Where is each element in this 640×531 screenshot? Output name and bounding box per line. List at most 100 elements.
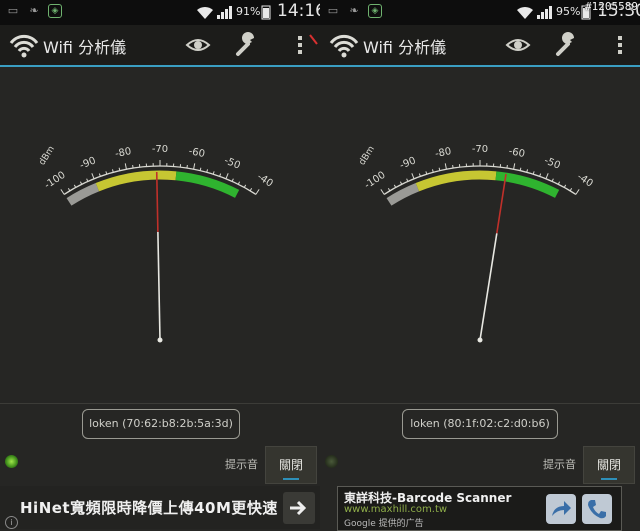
gauge-tick-label: -40: [575, 171, 595, 189]
gauge-tick-label: -90: [78, 155, 97, 171]
gauge-tick: [80, 182, 81, 185]
gauge-tick-label: -80: [434, 146, 452, 160]
watermark: #1205589: [585, 0, 638, 13]
gauge-tick: [412, 173, 414, 179]
button-indicator: [601, 478, 617, 480]
battery-icon: [261, 4, 271, 20]
gauge-tick: [558, 182, 559, 185]
gauge-tick-label: -80: [114, 146, 132, 160]
gauge-tick: [226, 173, 228, 179]
gauge-tick: [546, 173, 548, 179]
gauge-tick: [514, 163, 515, 169]
notification-icon: ▭: [6, 4, 20, 18]
gauge-tick: [238, 182, 239, 185]
clock: 14:16: [277, 1, 320, 21]
gauge-tick-label: -100: [43, 170, 68, 192]
info-icon[interactable]: i: [5, 516, 18, 529]
button-indicator: [283, 478, 299, 480]
sound-indicator-led: [5, 455, 18, 468]
gauge-tick: [520, 168, 521, 171]
divider: [0, 403, 320, 404]
gauge-tick: [576, 189, 579, 194]
action-bar: Wifi 分析儀: [0, 25, 320, 67]
wifi-app-icon: [8, 29, 40, 59]
ad-banner[interactable]: 東詳科技-Barcode Scanner www.maxhill.com.tw …: [337, 486, 622, 531]
app-title: Wifi 分析儀: [43, 34, 126, 58]
gauge-tick-label: -90: [398, 155, 417, 171]
divider: [320, 403, 640, 404]
gauge-needle: [480, 233, 497, 340]
shield-icon: ◈: [48, 4, 62, 18]
gauge-tick: [61, 189, 64, 194]
left-screen: ▭ ❧ ◈ 91% 14:16 Wifi 分析儀: [0, 0, 320, 529]
gauge-pivot: [158, 338, 163, 343]
gauge-tick-label: -60: [508, 146, 526, 160]
sound-label: 提示音: [225, 456, 258, 472]
action-bar: Wifi 分析儀: [320, 25, 640, 67]
close-button-label: 關閉: [279, 458, 303, 472]
share-icon[interactable]: [546, 494, 576, 524]
leaf-icon: ❧: [27, 4, 41, 18]
gauge-tick: [232, 179, 233, 182]
wifi-app-icon: [328, 29, 360, 59]
shield-icon: ◈: [368, 4, 382, 18]
gauge-unit-label: dBm: [37, 144, 56, 167]
wrench-icon[interactable]: [233, 31, 261, 59]
sound-label: 提示音: [543, 456, 576, 472]
right-screen: ▭ ❧ ◈ 95% 15:30 Wifi 分析儀: [320, 0, 640, 529]
gauge-tick: [564, 185, 565, 188]
gauge-tick: [119, 168, 120, 171]
gauge-tick-label: -50: [542, 155, 561, 171]
phone-icon[interactable]: [582, 494, 612, 524]
gauge-tick: [125, 163, 126, 169]
gauge-tick: [87, 179, 88, 182]
gauge-tick: [439, 168, 440, 171]
eye-icon[interactable]: [504, 31, 532, 59]
signal-gauge: -100-90-80-70-60-50-40dBm: [0, 67, 320, 367]
gauge-tick: [256, 189, 259, 194]
cell-signal-icon: [536, 4, 554, 20]
gauge-tick-label: -60: [188, 146, 206, 160]
notification-icon: ▭: [326, 4, 340, 18]
signal-gauge: -100-90-80-70-60-50-40dBm: [320, 67, 640, 367]
gauge-tick: [400, 182, 401, 185]
close-button[interactable]: 關閉: [265, 446, 317, 484]
eye-icon[interactable]: [184, 31, 212, 59]
gauge-tick: [200, 168, 201, 171]
gauge-tick: [570, 188, 572, 191]
gauge-tick: [552, 179, 553, 182]
gauge-needle-tip: [497, 174, 506, 233]
ad-banner[interactable]: HiNet寬頻限時降價上傳40M更快速: [0, 486, 320, 529]
gauge-tick: [68, 188, 70, 191]
gauge-needle: [158, 232, 160, 340]
gauge-tick: [445, 163, 446, 169]
ad-url[interactable]: www.maxhill.com.tw: [344, 504, 447, 515]
ad-arrow-button[interactable]: [283, 492, 315, 524]
gauge-tick: [250, 188, 252, 191]
gauge-zone: [417, 175, 496, 187]
gauge-zone: [97, 175, 176, 187]
gauge-tick: [244, 185, 245, 188]
gauge-tick-label: -70: [472, 144, 488, 155]
battery-percent: 91%: [236, 5, 260, 18]
network-selector[interactable]: loken (70:62:b8:2b:5a:3d): [82, 409, 240, 439]
cell-signal-icon: [216, 4, 234, 20]
gauge-tick-label: -50: [222, 155, 241, 171]
gauge-unit-label: dBm: [357, 144, 376, 167]
overflow-menu-icon[interactable]: [606, 31, 634, 59]
wifi-signal-icon: [195, 4, 215, 20]
gauge-tick: [394, 185, 395, 188]
gauge-tick: [92, 173, 94, 179]
gauge-pivot: [478, 338, 483, 343]
gauge-tick: [407, 179, 408, 182]
wrench-icon[interactable]: [553, 31, 581, 59]
gauge-tick: [381, 189, 384, 194]
gauge-tick: [74, 185, 75, 188]
app-title: Wifi 分析儀: [363, 34, 446, 58]
network-selector[interactable]: loken (80:1f:02:c2:d0:b6): [402, 409, 558, 439]
sound-indicator-led: [325, 455, 338, 468]
ad-sponsor: Google 提供的广告: [344, 516, 424, 529]
gauge-tick-label: -40: [255, 171, 275, 189]
gauge-tick: [194, 163, 195, 169]
close-button[interactable]: 關閉: [583, 446, 635, 484]
